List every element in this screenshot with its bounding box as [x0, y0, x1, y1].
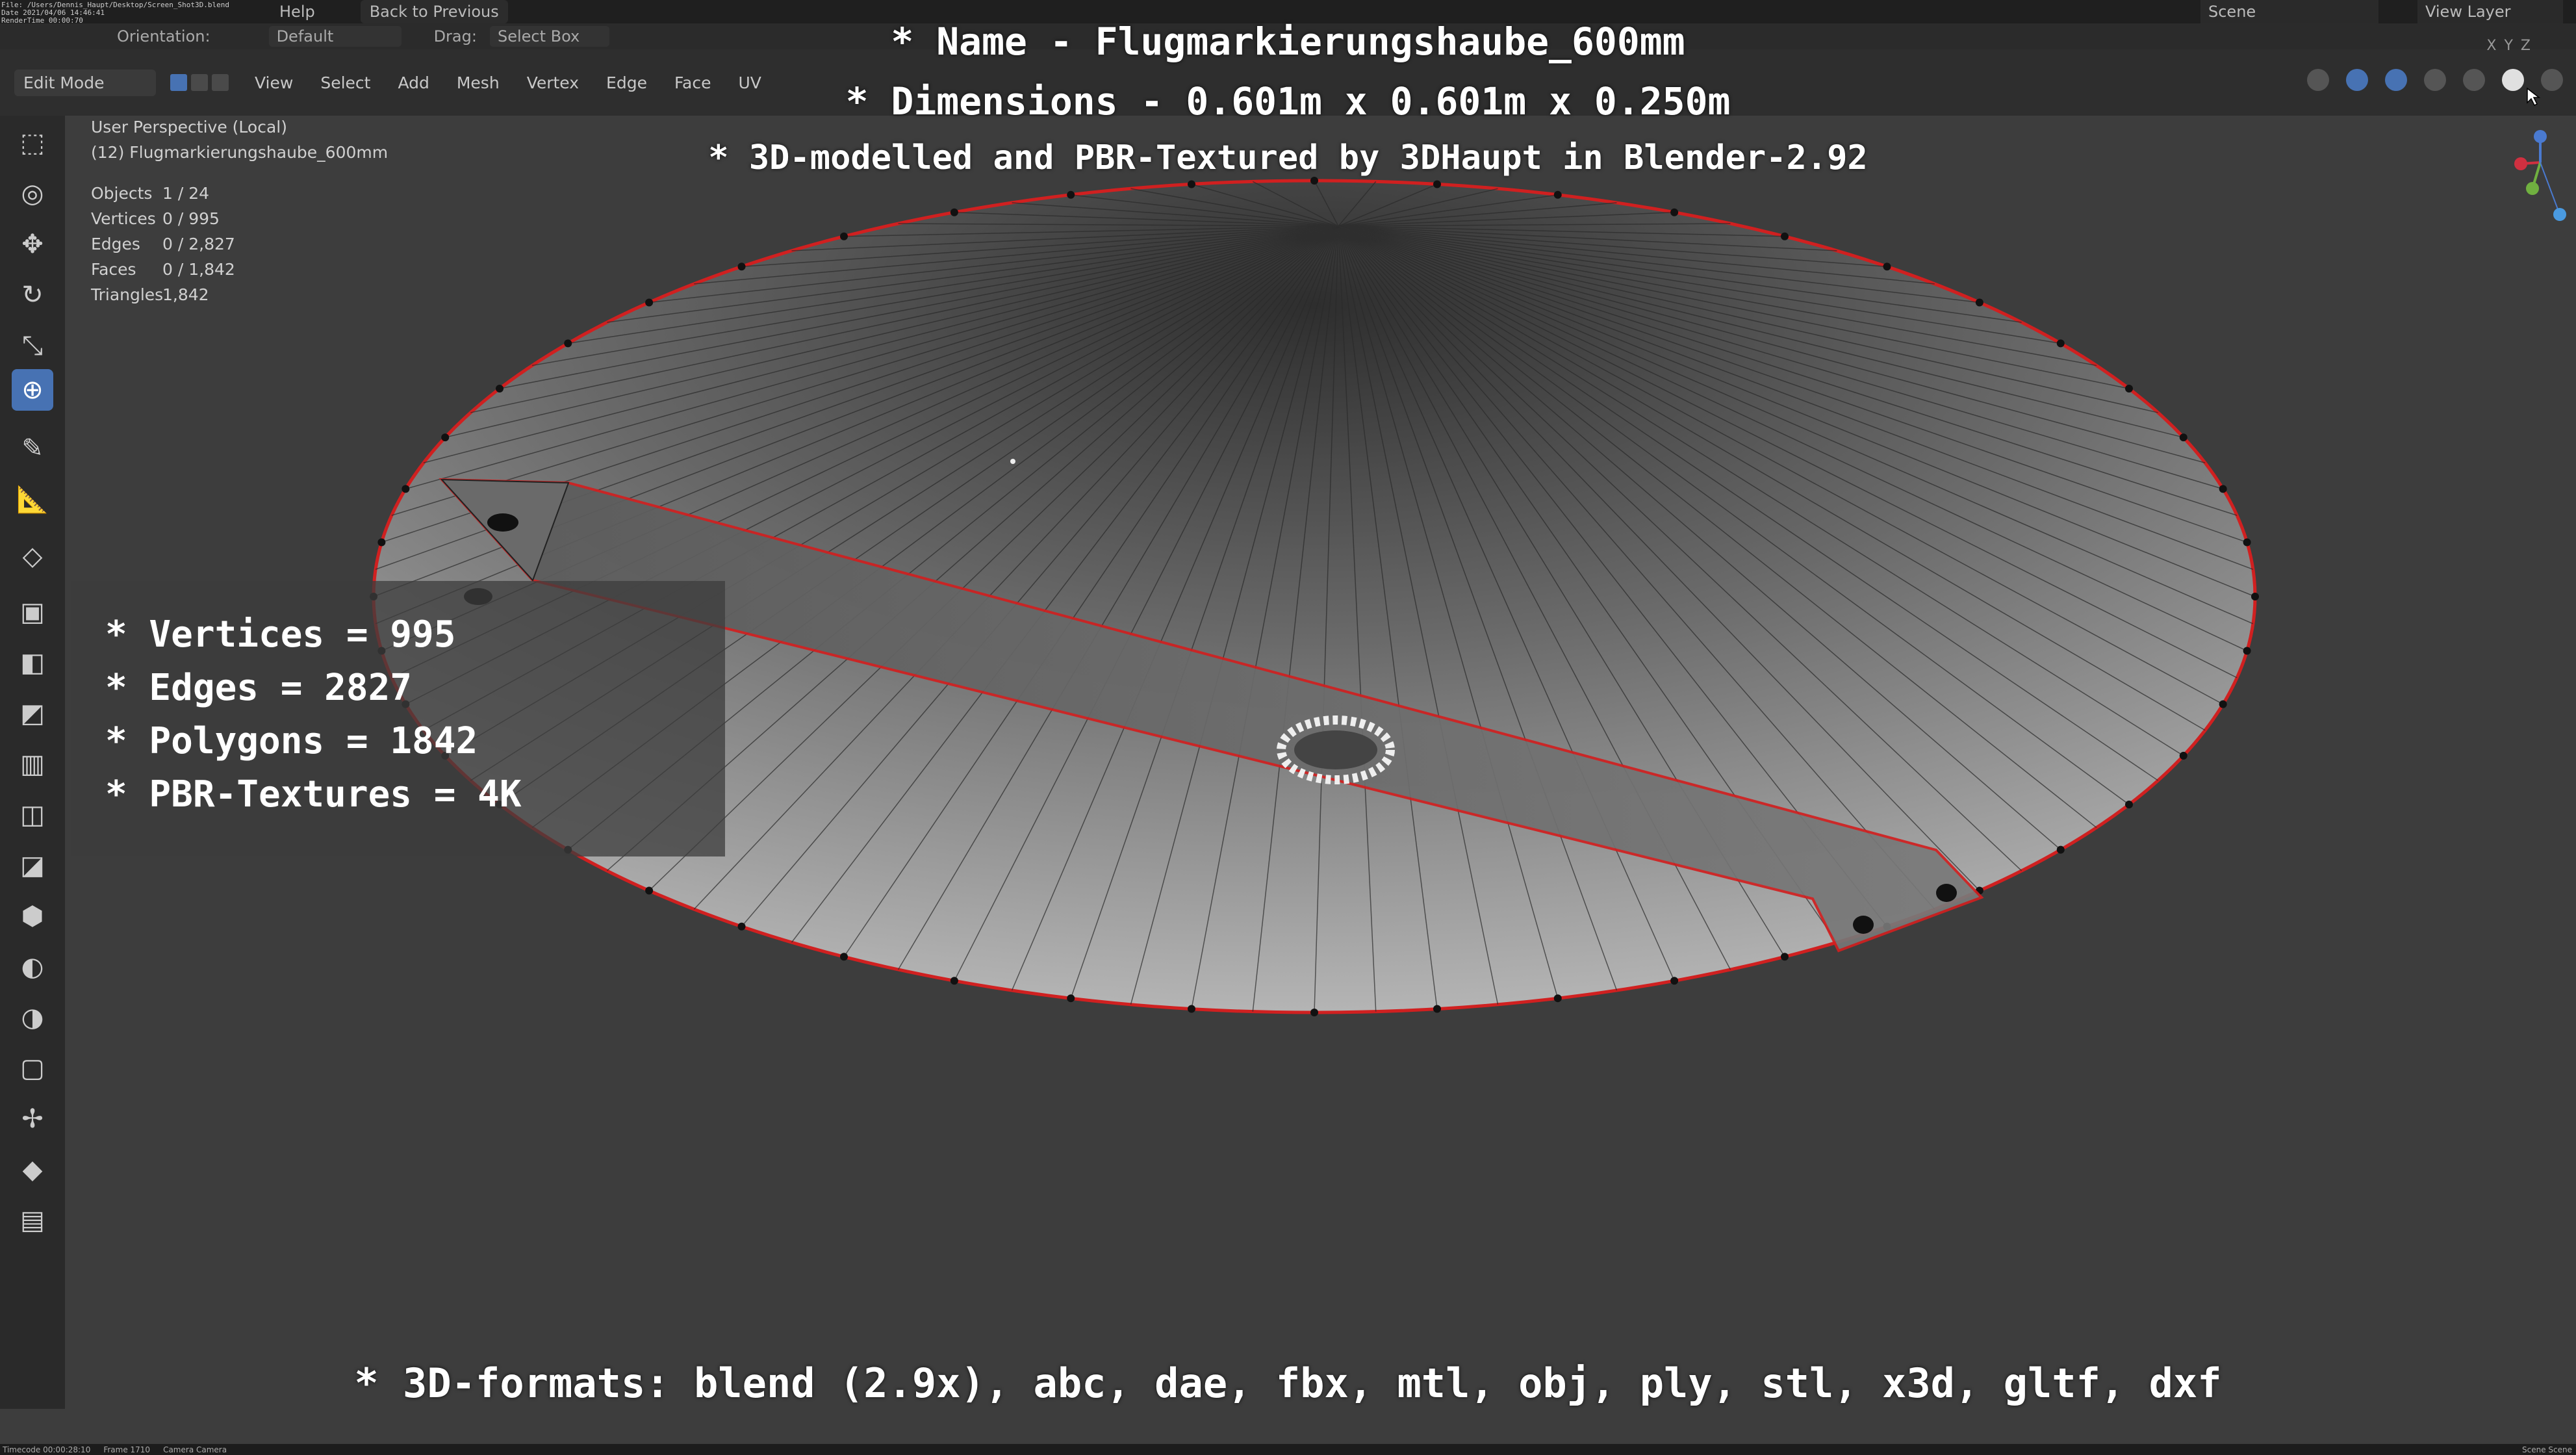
mesh-vertex[interactable]: [2125, 801, 2134, 808]
move-icon[interactable]: ✥: [12, 224, 53, 265]
mesh-vertex[interactable]: [402, 485, 410, 493]
mesh-vertex[interactable]: [1781, 953, 1789, 961]
mesh-vertex[interactable]: [2056, 845, 2065, 854]
stat-row: Faces 0 / 1,842: [91, 260, 235, 279]
title-overlay: * Name - Flugmarkierungshaube_600mm * Di…: [0, 12, 2576, 185]
stat-row: Triangles 1,842: [91, 285, 209, 304]
mesh-vertex[interactable]: [2056, 339, 2065, 348]
mesh-vertex[interactable]: [645, 886, 654, 895]
stat-row: Vertices 0 / 995: [91, 209, 220, 228]
rotate-icon[interactable]: ↻: [12, 274, 53, 316]
poly-build-icon[interactable]: ◪: [12, 845, 53, 886]
polygons-count-text: * Polygons = 1842: [105, 720, 478, 762]
shear-icon[interactable]: ✢: [12, 1098, 53, 1140]
mesh-vertex[interactable]: [1670, 977, 1679, 985]
model-name-text: * Name - Flugmarkierungshaube_600mm: [891, 19, 1685, 64]
spin-icon[interactable]: ⬢: [12, 895, 53, 937]
mesh-stats-overlay: * Vertices = 995 * Edges = 2827 * Polygo…: [71, 581, 725, 856]
scale-icon[interactable]: ⤡: [12, 325, 53, 367]
mesh-vertex[interactable]: [737, 922, 746, 931]
mesh-vertex[interactable]: [1975, 298, 1983, 307]
mesh-vertex[interactable]: [1187, 1005, 1195, 1013]
timecode-text: Timecode 00:00:28:10: [3, 1445, 91, 1454]
mesh-vertex[interactable]: [1433, 1005, 1442, 1013]
mesh-vertex[interactable]: [441, 433, 450, 442]
camera-text: Camera Camera: [163, 1445, 227, 1454]
mesh-vertex[interactable]: [1553, 994, 1562, 1003]
mesh-vertex[interactable]: [950, 208, 958, 216]
vertices-count-text: * Vertices = 995: [105, 613, 456, 656]
mesh-vertex[interactable]: [1067, 994, 1075, 1003]
mesh-vertex[interactable]: [2179, 433, 2187, 442]
status-bar: Timecode 00:00:28:10 Frame 1710 Camera C…: [0, 1444, 2576, 1455]
statistics-overlay: Objects 1 / 24 Vertices 0 / 995 Edges 0 / 2…: [91, 181, 235, 307]
smooth-icon[interactable]: ◐: [12, 946, 53, 988]
mesh-vertex[interactable]: [840, 232, 848, 240]
mesh-vertex[interactable]: [2219, 485, 2227, 493]
measure-icon[interactable]: 📐: [12, 478, 53, 520]
mesh-vertex[interactable]: [2125, 385, 2134, 393]
knife-icon[interactable]: ◫: [12, 794, 53, 836]
formats-text: * 3D-formats: blend (2.9x), abc, dae, fb…: [354, 1359, 2222, 1407]
credit-text: * 3D-modelled and PBR-Textured by 3DHaup…: [708, 138, 1868, 177]
mesh-vertex[interactable]: [1883, 263, 1891, 271]
annotate-icon[interactable]: ✎: [12, 428, 53, 469]
shrink-icon[interactable]: ▢: [12, 1048, 53, 1089]
mesh-vertex[interactable]: [1553, 190, 1562, 199]
scene-status-text: Scene Scene: [2522, 1445, 2572, 1454]
mesh-vertex[interactable]: [1781, 232, 1789, 240]
mesh-vertex[interactable]: [2179, 751, 2187, 760]
dimensions-text: * Dimensions - 0.601m x 0.601m x 0.250m: [845, 79, 1731, 123]
rip-region-icon[interactable]: ▤: [12, 1200, 53, 1241]
edges-count-text: * Edges = 2827: [105, 667, 413, 709]
edge-slide-icon[interactable]: ◑: [12, 997, 53, 1038]
mesh-vertex[interactable]: [2251, 593, 2259, 600]
inset-icon[interactable]: ◧: [12, 642, 53, 684]
mesh-vertex[interactable]: [737, 263, 746, 271]
extrude-icon[interactable]: ▣: [12, 591, 53, 633]
frame-text: Frame 1710: [103, 1445, 151, 1454]
rip-icon[interactable]: ◆: [12, 1149, 53, 1191]
loop-cut-icon[interactable]: ▥: [12, 743, 53, 785]
mesh-vertex[interactable]: [377, 538, 386, 547]
mesh-vertex[interactable]: [645, 298, 654, 307]
add-cube-icon[interactable]: ◇: [12, 535, 53, 577]
mesh-vertex[interactable]: [564, 339, 572, 348]
transform-icon[interactable]: ⊕: [12, 369, 53, 411]
mesh-vertex[interactable]: [950, 977, 958, 985]
mesh-vertex[interactable]: [1067, 190, 1075, 199]
mesh-vertex[interactable]: [495, 385, 504, 393]
left-toolbar: ⬚ ◎ ✥ ↻ ⤡ ⊕ ✎ 📐 ◇ ▣ ◧ ◩ ▥ ◫ ◪ ⬢ ◐ ◑ ▢ ✢ …: [0, 116, 65, 1409]
mesh-vertex[interactable]: [2243, 538, 2251, 547]
mesh-vertex[interactable]: [2243, 647, 2251, 655]
mesh-vertex[interactable]: [1670, 208, 1679, 216]
stat-row: Edges 0 / 2,827: [91, 235, 235, 253]
mesh-vertex[interactable]: [840, 953, 848, 961]
mesh-vertex[interactable]: [1310, 1009, 1318, 1016]
textures-text: * PBR-Textures = 4K: [105, 773, 522, 816]
bevel-icon[interactable]: ◩: [12, 693, 53, 734]
3d-cursor-dot: [1010, 459, 1015, 464]
mesh-vertex[interactable]: [2219, 700, 2227, 708]
